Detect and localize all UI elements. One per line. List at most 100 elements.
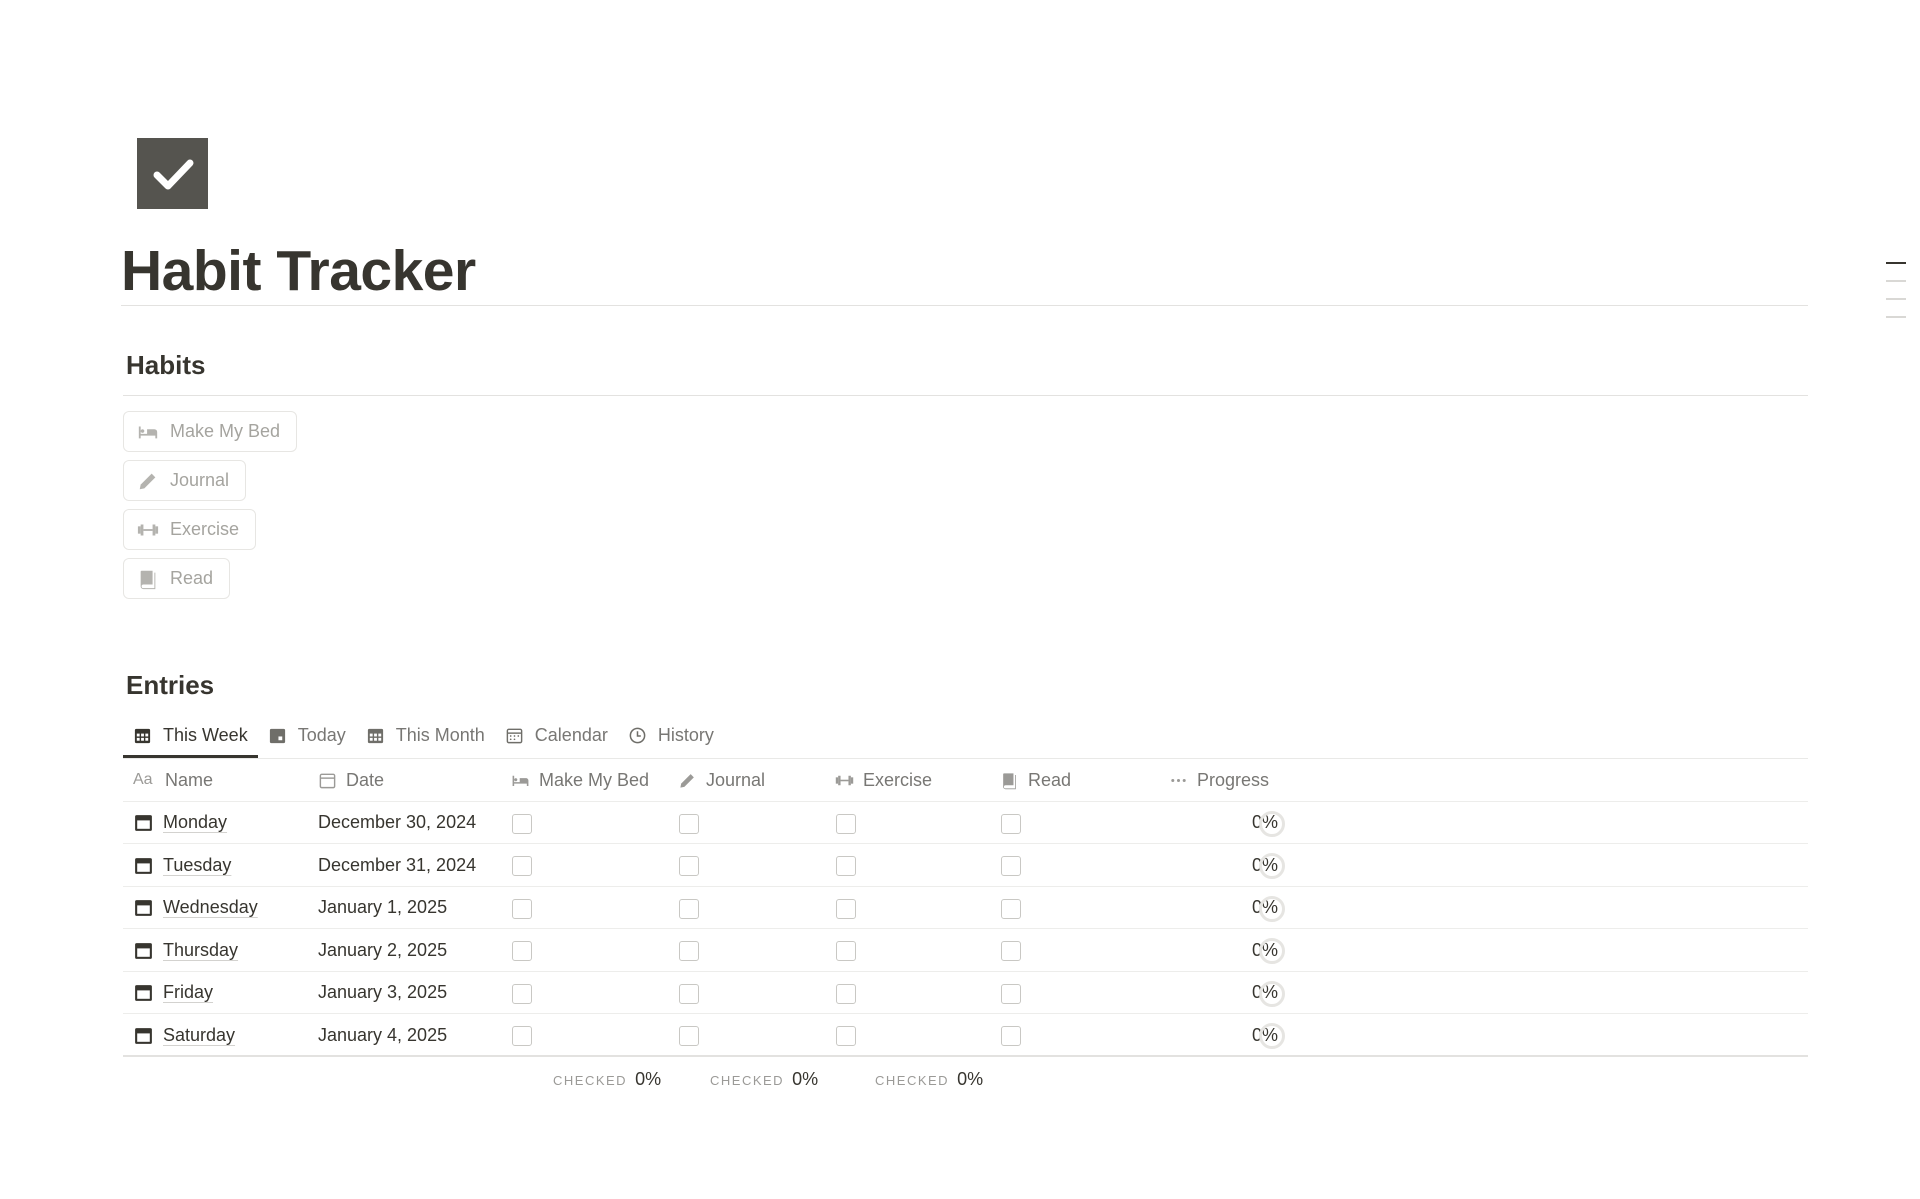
habits-divider	[123, 395, 1808, 396]
tab-this-week[interactable]: This Week	[123, 713, 258, 758]
table-row[interactable]: Thursday January 2, 2025 0%	[123, 929, 1808, 972]
column-header-date[interactable]: Date	[318, 759, 384, 801]
calendar-day-icon	[268, 726, 288, 746]
exercise-checkbox[interactable]	[836, 983, 856, 1004]
exercise-button[interactable]: Exercise	[123, 509, 257, 550]
table-row[interactable]: Friday January 3, 2025 0%	[123, 972, 1808, 1014]
table-of-contents[interactable]	[1886, 262, 1906, 334]
toc-item[interactable]	[1886, 280, 1906, 282]
exercise-checkbox[interactable]	[836, 941, 856, 961]
read-checkbox[interactable]	[1001, 898, 1021, 919]
row-name[interactable]: Tuesday	[133, 844, 231, 886]
make-my-bed-checkbox[interactable]	[512, 813, 532, 834]
column-header-progress[interactable]: Progress	[1169, 759, 1269, 801]
make-my-bed-checkbox[interactable]	[512, 898, 532, 919]
column-header-name[interactable]: Aa Name	[133, 759, 213, 801]
tab-this-month[interactable]: This Month	[356, 713, 495, 758]
habit-label: Exercise	[170, 519, 240, 539]
calculation-journal[interactable]: CHECKED 0%	[710, 1069, 818, 1090]
row-date[interactable]: January 1, 2025	[318, 887, 447, 929]
tab-history[interactable]: History	[618, 713, 724, 758]
exercise-checkbox[interactable]	[836, 856, 856, 876]
make-my-bed-checkbox[interactable]	[512, 983, 532, 1004]
tab-label: This Week	[163, 725, 248, 745]
journal-checkbox[interactable]	[679, 1026, 699, 1046]
calculation-make-my-bed[interactable]: CHECKED 0%	[553, 1069, 661, 1090]
page-icon-checkmark[interactable]	[137, 138, 208, 209]
table-row[interactable]: Wednesday January 1, 2025 0%	[123, 887, 1808, 929]
column-header-exercise[interactable]: Exercise	[835, 759, 932, 801]
view-tabs: This Week Today This Month Calendar Hist…	[123, 713, 724, 758]
row-date[interactable]: December 31, 2024	[318, 844, 476, 886]
journal-button[interactable]: Journal	[123, 460, 247, 501]
calendar-grid-icon	[366, 726, 386, 746]
habits-heading: Habits	[126, 350, 206, 380]
exercise-checkbox[interactable]	[836, 1026, 856, 1046]
row-date[interactable]: January 3, 2025	[318, 972, 447, 1014]
table-header: Aa Name Date Make My Bed Journal Exercis…	[123, 759, 1808, 802]
progress-ring	[1259, 938, 1285, 964]
table-row[interactable]: Tuesday December 31, 2024 0%	[123, 844, 1808, 887]
row-name[interactable]: Thursday	[133, 929, 238, 971]
read-checkbox[interactable]	[1001, 813, 1021, 834]
journal-checkbox[interactable]	[679, 813, 699, 834]
read-checkbox[interactable]	[1001, 1026, 1021, 1046]
make-my-bed-checkbox[interactable]	[512, 941, 532, 961]
progress-ring	[1259, 1023, 1285, 1049]
read-button[interactable]: Read	[123, 558, 231, 599]
exercise-checkbox[interactable]	[836, 813, 856, 834]
read-checkbox[interactable]	[1001, 983, 1021, 1004]
bed-icon	[511, 770, 531, 790]
tab-label: History	[657, 725, 714, 745]
tab-today[interactable]: Today	[258, 713, 356, 758]
tab-label: Calendar	[534, 725, 608, 745]
progress-ring	[1259, 980, 1285, 1007]
row-name[interactable]: Monday	[133, 802, 227, 844]
calendar-grid-icon	[133, 726, 153, 746]
make-my-bed-checkbox[interactable]	[512, 1026, 532, 1046]
book-icon	[1000, 770, 1020, 790]
journal-checkbox[interactable]	[679, 856, 699, 876]
table-row[interactable]: Monday December 30, 2024 0%	[123, 802, 1808, 844]
calculation-exercise[interactable]: CHECKED 0%	[875, 1069, 983, 1090]
calendar-icon	[133, 897, 155, 919]
read-checkbox[interactable]	[1001, 941, 1021, 961]
row-date[interactable]: January 4, 2025	[318, 1014, 447, 1056]
book-icon	[136, 567, 160, 591]
habit-label: Read	[170, 568, 214, 588]
tab-calendar[interactable]: Calendar	[495, 713, 618, 758]
dumbbell-icon	[835, 770, 855, 790]
row-name[interactable]: Friday	[133, 972, 213, 1014]
tab-label: Today	[297, 725, 346, 745]
column-header-journal[interactable]: Journal	[678, 759, 765, 801]
row-date[interactable]: December 30, 2024	[318, 802, 476, 844]
table-row[interactable]: Saturday January 4, 2025 0%	[123, 1014, 1808, 1057]
journal-checkbox[interactable]	[679, 983, 699, 1004]
row-name[interactable]: Wednesday	[133, 887, 258, 929]
tab-label: This Month	[395, 725, 485, 745]
dumbbell-icon	[136, 518, 160, 542]
calendar-icon	[133, 812, 155, 834]
make-my-bed-checkbox[interactable]	[512, 856, 532, 876]
row-date[interactable]: January 2, 2025	[318, 929, 447, 971]
more-dots-icon	[1169, 770, 1189, 790]
column-header-make-my-bed[interactable]: Make My Bed	[511, 759, 649, 801]
toc-item[interactable]	[1886, 298, 1906, 300]
entries-table: Aa Name Date Make My Bed Journal Exercis…	[123, 759, 1808, 1057]
progress-ring	[1259, 810, 1285, 837]
read-checkbox[interactable]	[1001, 856, 1021, 876]
page-title: Habit Tracker	[121, 239, 476, 303]
toc-item[interactable]	[1886, 316, 1906, 318]
calendar-icon	[505, 726, 525, 746]
exercise-checkbox[interactable]	[836, 898, 856, 919]
progress-ring	[1259, 853, 1285, 879]
journal-checkbox[interactable]	[679, 898, 699, 919]
make-my-bed-button[interactable]: Make My Bed	[123, 411, 298, 452]
journal-checkbox[interactable]	[679, 941, 699, 961]
checkmark-icon	[153, 159, 193, 189]
progress-ring	[1259, 895, 1285, 922]
column-header-read[interactable]: Read	[1000, 759, 1071, 801]
entries-heading: Entries	[126, 670, 215, 700]
row-name[interactable]: Saturday	[133, 1014, 235, 1056]
toc-item[interactable]	[1886, 262, 1906, 264]
